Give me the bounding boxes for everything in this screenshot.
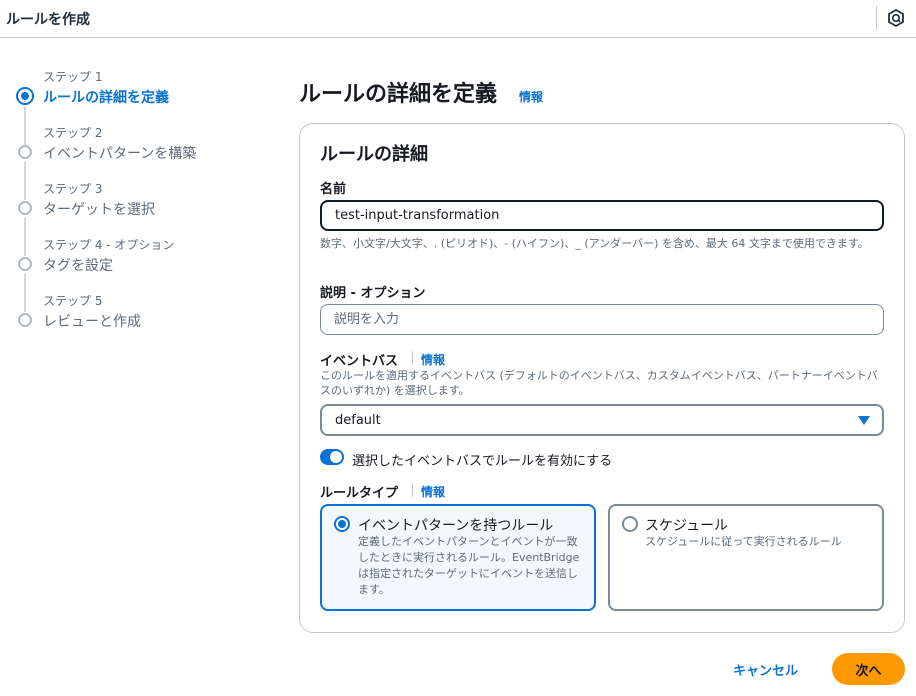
header-divider [876,6,877,30]
label-divider [412,483,413,497]
rule-type-option-desc: 定義したイベントパターンとイベントが一致したときに実行されるルール。EventB… [358,535,580,596]
next-button[interactable]: 次へ [832,653,905,685]
step-2-indicator-icon [18,145,32,159]
step-1-number: ステップ 1 [43,70,103,84]
rule-type-option-desc: スケジュールに従って実行されるルール [645,535,842,548]
step-2-number: ステップ 2 [43,126,103,140]
step-4-label: タグを設定 [43,258,113,274]
rule-type-option-title: イベントパターンを持つルール [358,518,554,534]
rule-type-option-title: スケジュール [645,518,729,534]
step-1-label[interactable]: ルールの詳細を定義 [43,87,169,107]
event-bus-selected-value: default [335,413,381,428]
step-5-number: ステップ 5 [43,294,103,308]
page-title: ルールの詳細を定義 [299,82,498,107]
event-bus-select[interactable]: default [320,404,884,436]
card-title: ルールの詳細 [320,144,428,165]
step-connector [24,218,26,256]
name-hint: 数字、小文字/大文字、. (ピリオド)、- (ハイフン)、_ (アンダーバー) … [320,237,869,250]
enable-rule-toggle[interactable] [320,449,344,465]
event-bus-label: イベントバス [320,354,399,369]
help-circle-icon[interactable] [886,8,906,28]
radio-unselected-icon[interactable] [622,516,638,532]
description-label: 説明 - オプション [320,286,426,301]
step-5-label: レビューと作成 [43,314,141,330]
step-4-number: ステップ 4 - オプション [43,238,175,252]
step-4-indicator-icon [18,257,32,271]
caret-down-icon [858,416,870,425]
name-label: 名前 [320,182,347,197]
step-5-indicator-icon [18,313,32,327]
header-title: ルールを作成 [6,12,90,28]
step-3-indicator-icon [18,201,32,215]
description-input[interactable] [320,304,884,335]
rule-type-label: ルールタイプ [320,486,399,501]
page-info-link[interactable]: 情報 [519,88,543,105]
enable-rule-toggle-label: 選択したイベントバスでルールを有効にする [352,454,613,469]
radio-selected-icon[interactable] [334,516,350,532]
step-connector [24,162,26,200]
step-1-indicator-icon [16,87,34,105]
step-2-label: イベントパターンを構築 [43,146,197,162]
step-3-number: ステップ 3 [43,182,103,196]
step-connector [24,107,26,145]
step-3-label: ターゲットを選択 [43,202,155,218]
event-bus-hint: このルールを適用するイベントバス (デフォルトのイベントバス、カスタムイベントバ… [320,369,878,397]
rule-type-info-link[interactable]: 情報 [421,483,445,500]
name-input[interactable] [320,200,884,231]
cancel-button[interactable]: キャンセル [733,660,798,679]
event-bus-info-link[interactable]: 情報 [421,351,445,368]
top-bar: ルールを作成 [0,0,916,38]
label-divider [412,351,413,365]
step-connector [24,274,26,312]
